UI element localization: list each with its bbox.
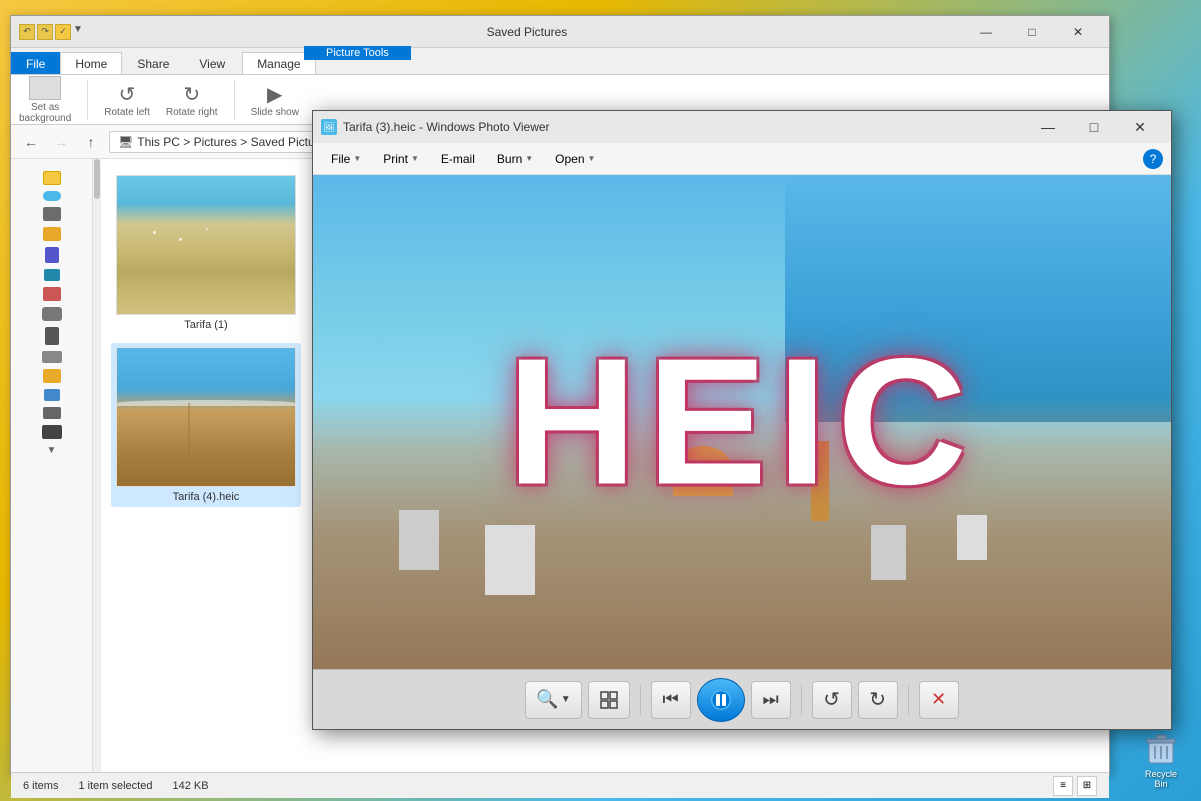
rotate-cw-button[interactable]: ↻ [858,681,898,719]
menu-print[interactable]: Print ▼ [373,148,429,170]
sidebar-item-more1[interactable] [42,351,62,363]
viewer-controls: — □ ✕ [1025,111,1163,143]
tab-share[interactable]: Share [122,52,184,74]
file-thumb-2 [116,347,296,487]
zoom-button[interactable]: 🔍 ▼ [525,681,581,719]
status-left: 6 items 1 item selected 142 KB [23,780,209,792]
menu-file[interactable]: File ▼ [321,148,371,170]
open-menu-arrow: ▼ [588,154,596,163]
file-item-tarifa4[interactable]: Tarifa (4).heic [111,343,301,507]
sidebar-item-documents[interactable] [45,247,59,263]
titlebar-icons: ↶ ↷ ✓ ▼ [19,24,83,40]
help-button[interactable]: ? [1143,149,1163,169]
sidebar-item-thispc[interactable] [42,307,62,321]
redo-icon: ↷ [37,24,53,40]
sidebar-item-more3[interactable] [44,389,60,401]
sidebar-item-music[interactable] [43,287,61,301]
burn-menu-arrow: ▼ [525,154,533,163]
viewer-close-button[interactable]: ✕ [1117,111,1163,143]
menu-burn[interactable]: Burn ▼ [487,148,543,170]
maximize-button[interactable]: □ [1009,16,1055,48]
sidebar: ▼ [11,159,93,772]
breadcrumb: This PC > Pictures > Saved Pictures [137,135,331,149]
file-size: 142 KB [172,780,208,792]
delete-button[interactable]: ✕ [919,681,959,719]
slideshow-button[interactable] [697,678,745,722]
close-button[interactable]: ✕ [1055,16,1101,48]
sidebar-scroll-down[interactable]: ▼ [47,445,57,456]
viewer-minimize-button[interactable]: — [1025,111,1071,143]
ribbon-set-background[interactable]: Set as background [19,76,71,124]
sidebar-item-devices[interactable] [45,327,59,345]
tab-home[interactable]: Home [60,52,122,74]
city-photo: HEIC [313,175,1171,669]
ribbon-rotate-right[interactable]: ↻ Rotate right [166,82,218,118]
file-name-2: Tarifa (4).heic [173,491,240,503]
file-menu-arrow: ▼ [353,154,361,163]
selected-count: 1 item selected [78,780,152,792]
sidebar-item-onedrive[interactable] [43,191,61,201]
heic-label: HEIC [507,319,977,526]
ribbon-rotate-left[interactable]: ↺ Rotate left [104,82,150,118]
viewer-menubar: File ▼ Print ▼ E-mail Burn ▼ Open ▼ ? [313,143,1171,175]
ribbon-slideshow[interactable]: ▶ Slide show [251,82,299,118]
minimize-button[interactable]: — [963,16,1009,48]
menu-email[interactable]: E-mail [431,148,485,170]
viewer-title: Tarifa (3).heic - Windows Photo Viewer [343,120,550,134]
tab-view[interactable]: View [184,52,240,74]
details-view-button[interactable]: ≡ [1053,776,1073,796]
large-icons-button[interactable]: ⊞ [1077,776,1097,796]
ribbon-tabs: File Home Share View Manage [11,48,1109,74]
explorer-title: Saved Pictures [487,25,568,39]
toolbar-sep-3 [908,685,909,715]
sidebar-item-more2[interactable] [43,369,61,383]
viewer-titlebar: 🖼 Tarifa (3).heic - Windows Photo Viewer… [313,111,1171,143]
status-right: ≡ ⊞ [1053,776,1097,796]
toolbar-sep-1 [640,685,641,715]
back-button[interactable]: ← [19,130,43,154]
toolbar-sep-2 [801,685,802,715]
viewer-app-icon: 🖼 [321,119,337,135]
sidebar-item-desktop[interactable] [43,207,61,221]
undo-icon: ↶ [19,24,35,40]
sidebar-item-favorites[interactable] [43,171,61,185]
forward-button[interactable]: → [49,130,73,154]
file-thumb-1 [116,175,296,315]
status-bar: 6 items 1 item selected 142 KB ≡ ⊞ [11,772,1109,798]
actual-size-button[interactable] [588,681,630,719]
recycle-bin-label: Recycle Bin [1141,769,1181,789]
scrollbar-thumb[interactable] [94,159,100,199]
viewer-toolbar: 🔍 ▼ ⏮ [313,669,1171,729]
viewer-title-left: 🖼 Tarifa (3).heic - Windows Photo Viewer [321,119,550,135]
rotate-ccw-button[interactable]: ↺ [812,681,852,719]
recycle-bin-icon [1143,731,1179,767]
tab-file[interactable]: File [11,52,60,74]
sidebar-item-more4[interactable] [43,407,61,419]
prev-button[interactable]: ⏮ [651,681,691,719]
manage-label: Picture Tools [304,46,411,60]
scrollbar-track[interactable] [93,159,101,772]
items-count: 6 items [23,780,58,792]
print-menu-arrow: ▼ [411,154,419,163]
sidebar-item-downloads[interactable] [43,227,61,241]
up-button[interactable]: ↑ [79,130,103,154]
file-item-tarifa1[interactable]: Tarifa (1) [111,171,301,335]
recycle-bin[interactable]: Recycle Bin [1141,731,1181,781]
file-name-1: Tarifa (1) [184,319,227,331]
viewer-image-area: HEIC [313,175,1171,669]
sidebar-item-network[interactable] [42,425,62,439]
titlebar-left: ↶ ↷ ✓ ▼ [19,24,83,40]
viewer-maximize-button[interactable]: □ [1071,111,1117,143]
titlebar-controls: — □ ✕ [963,16,1101,48]
menu-open[interactable]: Open ▼ [545,148,605,170]
next-button[interactable]: ⏭ [751,681,791,719]
sidebar-item-pictures[interactable] [44,269,60,281]
photo-viewer: 🖼 Tarifa (3).heic - Windows Photo Viewer… [312,110,1172,730]
explorer-titlebar: ↶ ↷ ✓ ▼ Saved Pictures — □ ✕ [11,16,1109,48]
sidebar-icons: ▼ [11,163,92,464]
save-icon: ✓ [55,24,71,40]
